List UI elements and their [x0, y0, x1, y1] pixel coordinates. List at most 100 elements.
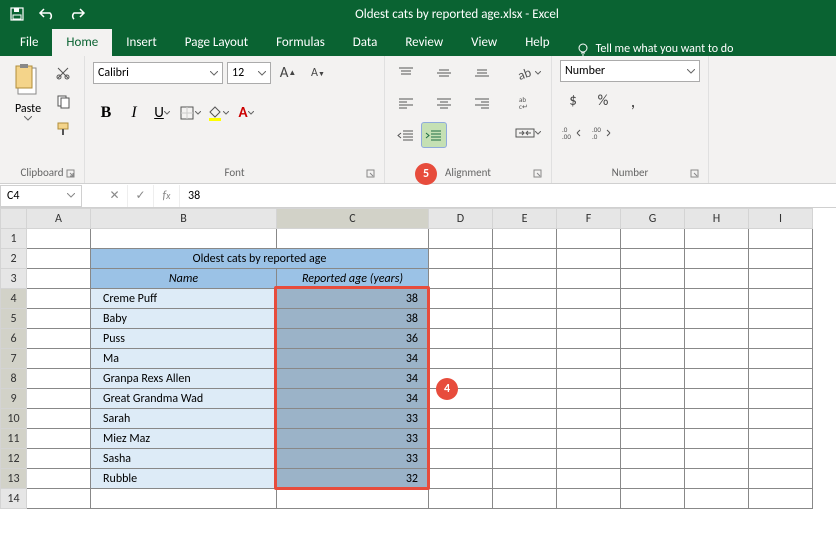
cell[interactable] — [685, 269, 749, 289]
cell[interactable] — [685, 289, 749, 309]
cell[interactable] — [429, 329, 493, 349]
cell[interactable] — [557, 369, 621, 389]
cell[interactable] — [27, 269, 91, 289]
cell[interactable] — [493, 409, 557, 429]
cell[interactable] — [685, 389, 749, 409]
tab-home[interactable]: Home — [52, 29, 112, 56]
tab-review[interactable]: Review — [391, 29, 457, 56]
undo-icon[interactable] — [38, 5, 56, 23]
cell[interactable] — [557, 489, 621, 509]
cell[interactable]: 38 — [277, 289, 429, 309]
row-header[interactable]: 9 — [1, 389, 27, 409]
number-dialog-launcher-icon[interactable] — [690, 169, 700, 179]
cell[interactable] — [685, 469, 749, 489]
font-dialog-launcher-icon[interactable] — [366, 169, 376, 179]
cell[interactable] — [749, 349, 813, 369]
cell[interactable] — [277, 229, 429, 249]
cell[interactable] — [429, 489, 493, 509]
cell[interactable] — [91, 489, 277, 509]
comma-format-icon[interactable]: , — [620, 88, 646, 114]
tab-help[interactable]: Help — [511, 29, 563, 56]
clipboard-dialog-launcher-icon[interactable] — [66, 169, 76, 179]
underline-button[interactable]: U — [149, 100, 175, 126]
column-header[interactable]: E — [493, 209, 557, 229]
row-header[interactable]: 8 — [1, 369, 27, 389]
cell[interactable]: Name — [91, 269, 277, 289]
cell[interactable] — [621, 369, 685, 389]
cell[interactable]: Sarah — [91, 409, 277, 429]
decrease-indent-icon[interactable] — [393, 122, 419, 148]
cell[interactable] — [27, 289, 91, 309]
row-header[interactable]: 6 — [1, 329, 27, 349]
format-painter-icon[interactable] — [50, 116, 76, 142]
font-size-select[interactable]: 12 — [227, 62, 271, 84]
cell[interactable] — [621, 489, 685, 509]
row-header[interactable]: 12 — [1, 449, 27, 469]
column-header[interactable]: D — [429, 209, 493, 229]
copy-icon[interactable] — [50, 88, 76, 114]
cell[interactable] — [27, 329, 91, 349]
cell[interactable] — [27, 449, 91, 469]
cell[interactable] — [27, 469, 91, 489]
cell[interactable] — [621, 409, 685, 429]
cell[interactable]: Ma — [91, 349, 277, 369]
cell[interactable] — [27, 489, 91, 509]
cell[interactable] — [685, 329, 749, 349]
row-header[interactable]: 14 — [1, 489, 27, 509]
cell[interactable] — [557, 329, 621, 349]
cell[interactable] — [685, 449, 749, 469]
tab-page-layout[interactable]: Page Layout — [171, 29, 262, 56]
cell[interactable] — [749, 449, 813, 469]
cell[interactable]: Creme Puff — [91, 289, 277, 309]
row-header[interactable]: 10 — [1, 409, 27, 429]
cell[interactable] — [493, 369, 557, 389]
cell[interactable]: 33 — [277, 429, 429, 449]
cell[interactable] — [27, 369, 91, 389]
cell[interactable] — [493, 329, 557, 349]
cell[interactable] — [621, 269, 685, 289]
row-header[interactable]: 13 — [1, 469, 27, 489]
cell[interactable] — [429, 469, 493, 489]
cell[interactable] — [685, 369, 749, 389]
row-header[interactable]: 11 — [1, 429, 27, 449]
cell[interactable] — [621, 469, 685, 489]
cell[interactable] — [749, 229, 813, 249]
cell[interactable] — [27, 389, 91, 409]
name-box[interactable]: C4 — [0, 185, 82, 207]
align-middle-icon[interactable] — [431, 60, 457, 86]
column-header[interactable]: H — [685, 209, 749, 229]
cell[interactable] — [621, 309, 685, 329]
cell[interactable] — [557, 289, 621, 309]
cell[interactable]: Rubble — [91, 469, 277, 489]
cell[interactable] — [27, 349, 91, 369]
wrap-text-icon[interactable]: abc↵ — [513, 90, 543, 116]
row-header[interactable]: 1 — [1, 229, 27, 249]
cut-icon[interactable] — [50, 60, 76, 86]
cell[interactable] — [493, 489, 557, 509]
column-header[interactable]: G — [621, 209, 685, 229]
row-header[interactable]: 2 — [1, 249, 27, 269]
column-header[interactable]: F — [557, 209, 621, 229]
increase-font-icon[interactable]: A▲ — [275, 60, 301, 86]
cell[interactable] — [749, 489, 813, 509]
cell[interactable]: 34 — [277, 349, 429, 369]
tab-data[interactable]: Data — [339, 29, 392, 56]
cell[interactable]: 34 — [277, 389, 429, 409]
cell[interactable] — [493, 449, 557, 469]
cell[interactable] — [91, 229, 277, 249]
align-top-icon[interactable] — [393, 60, 419, 86]
cell[interactable] — [749, 369, 813, 389]
cell[interactable] — [557, 269, 621, 289]
cell[interactable]: Granpa Rexs Allen — [91, 369, 277, 389]
cell[interactable] — [621, 449, 685, 469]
cell[interactable]: Miez Maz — [91, 429, 277, 449]
column-header[interactable]: C — [277, 209, 429, 229]
cell[interactable] — [749, 409, 813, 429]
cell[interactable] — [621, 349, 685, 369]
merge-center-icon[interactable] — [513, 120, 543, 146]
paste-button[interactable]: Paste — [8, 60, 48, 123]
cell[interactable] — [27, 309, 91, 329]
tab-formulas[interactable]: Formulas — [262, 29, 339, 56]
increase-indent-icon[interactable] — [421, 122, 447, 148]
cell[interactable] — [429, 229, 493, 249]
